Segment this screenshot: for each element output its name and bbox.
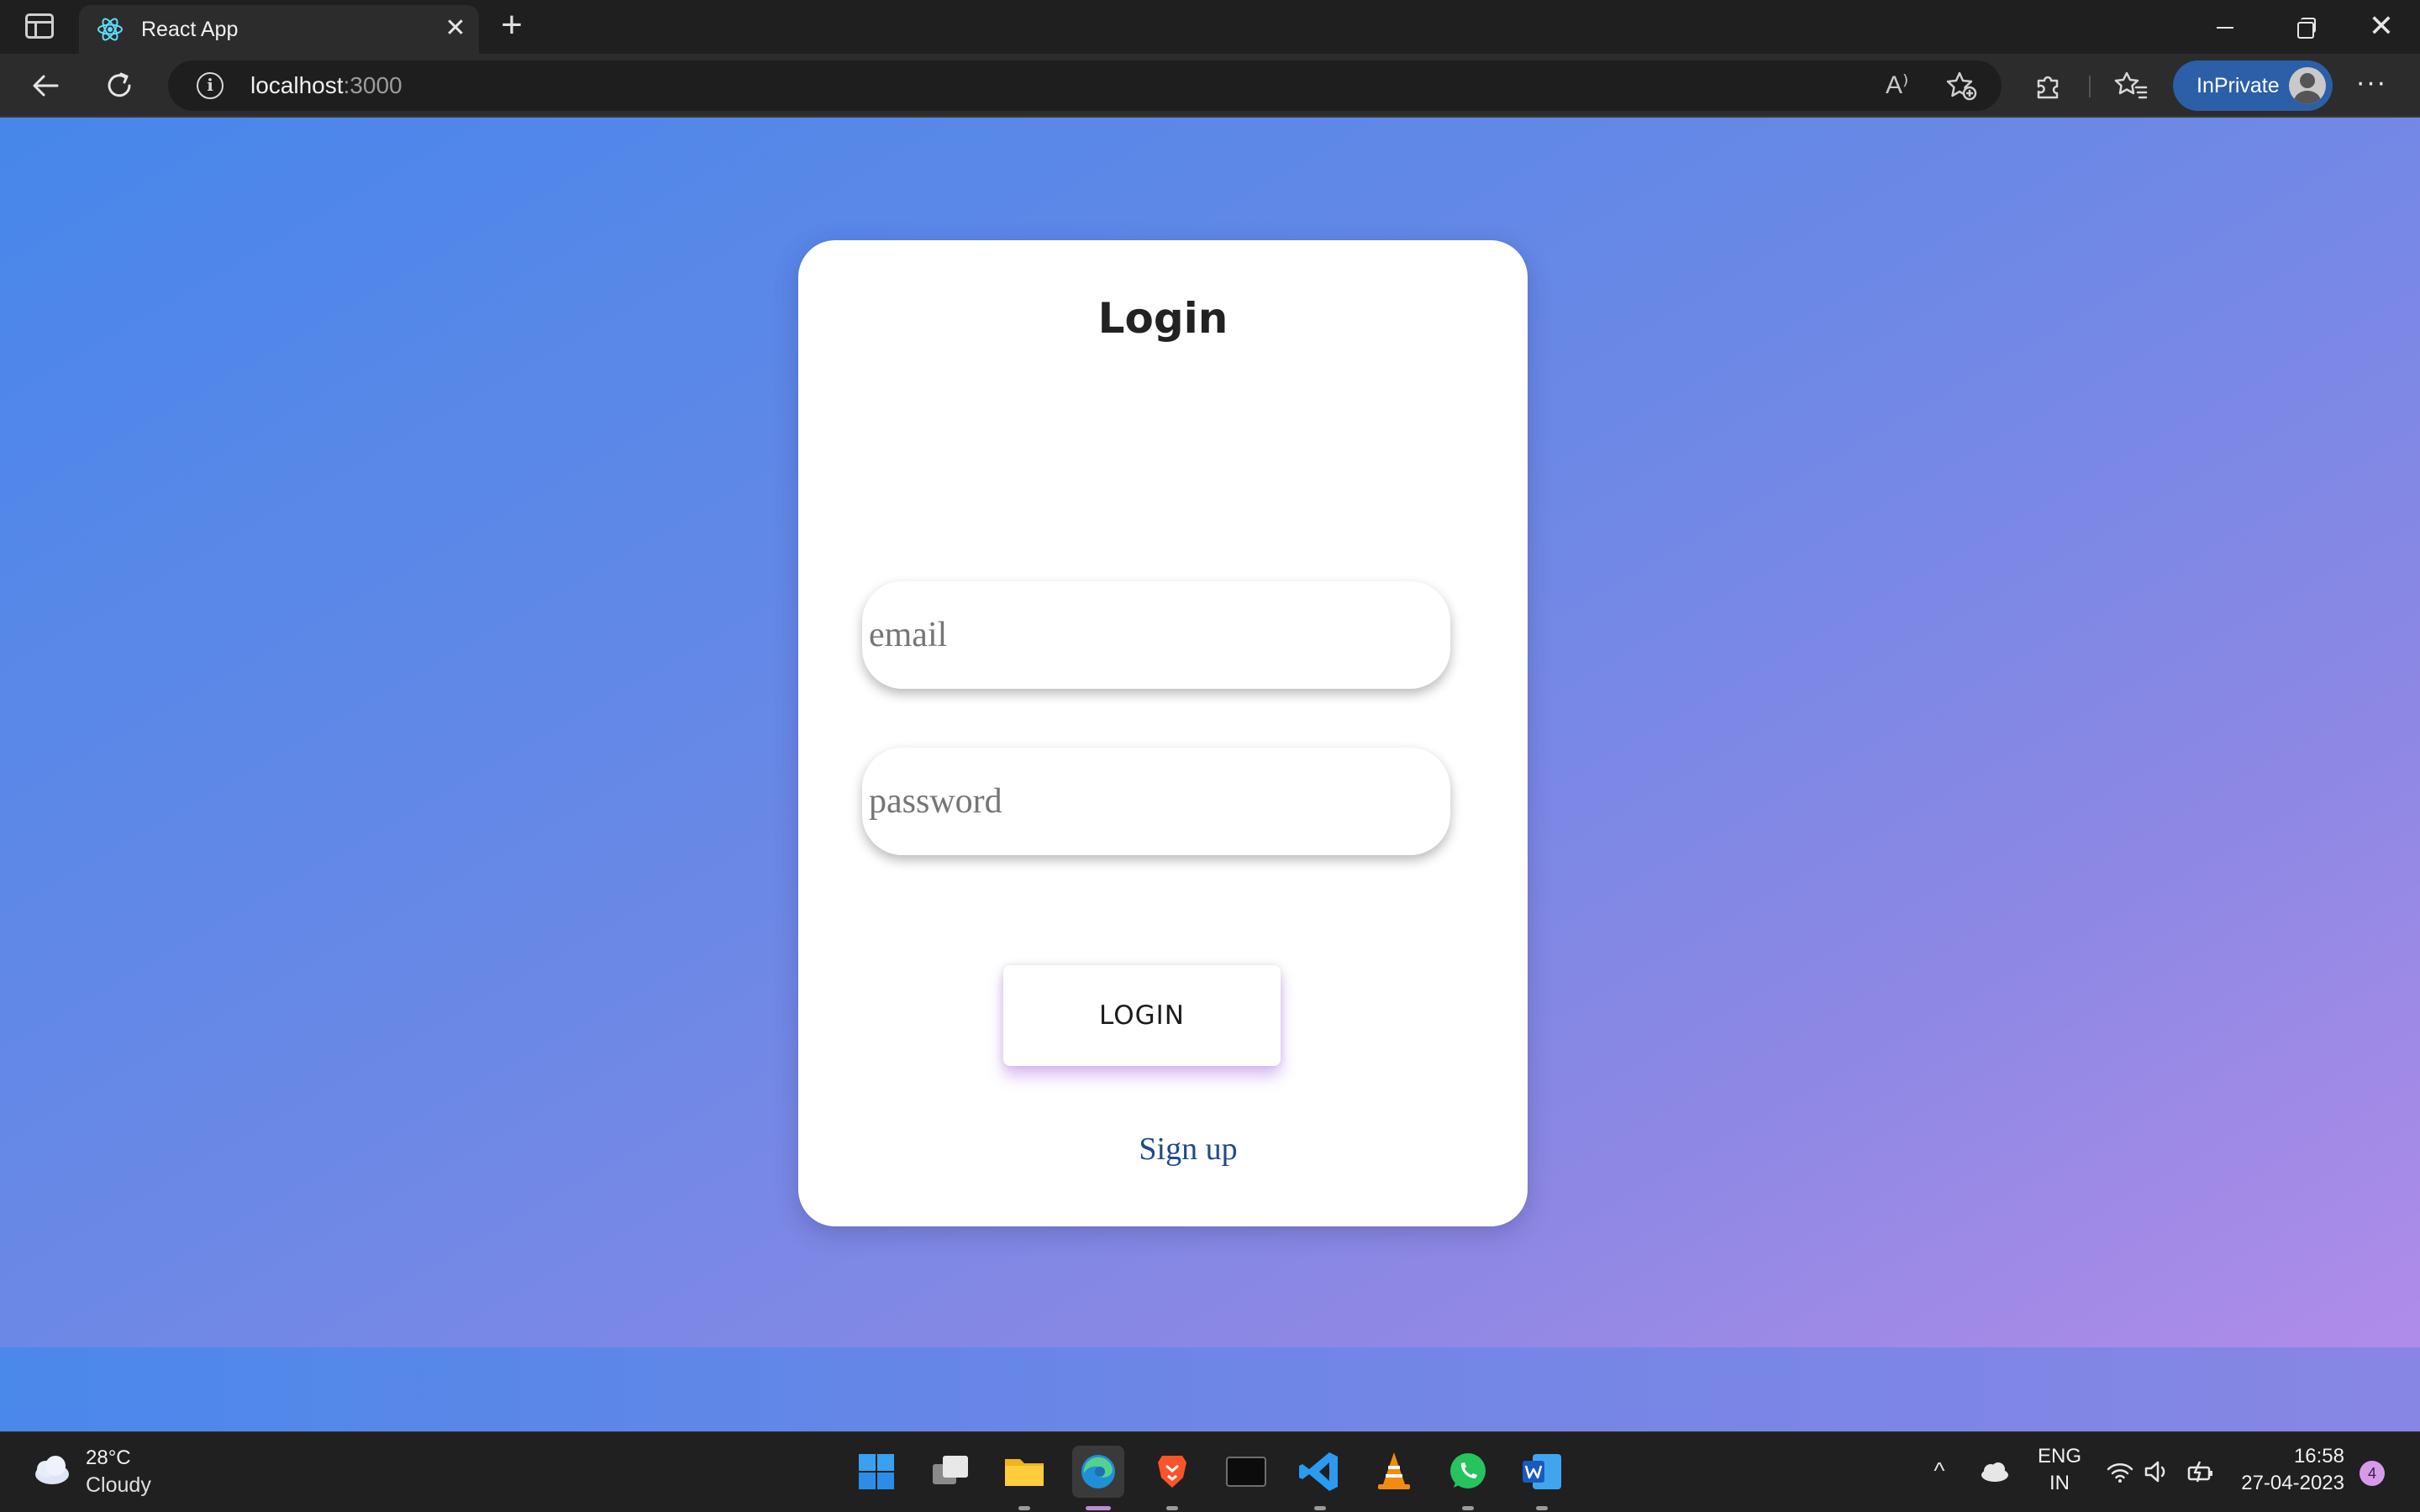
read-aloud-icon[interactable]: A⁾ xyxy=(1886,71,1919,101)
tab-close-icon[interactable]: ✕ xyxy=(442,15,469,42)
profile-avatar[interactable] xyxy=(2289,67,2326,104)
page-title: Login xyxy=(1097,294,1228,343)
inprivate-badge[interactable]: InPrivate xyxy=(2173,60,2333,111)
terminal-button[interactable] xyxy=(1220,1446,1272,1498)
page-footer-strip xyxy=(0,1347,2420,1431)
clock-time[interactable]: 16:58 xyxy=(2235,1444,2344,1469)
windows-logo-icon xyxy=(859,1454,894,1489)
task-view-button[interactable] xyxy=(924,1446,976,1498)
login-button[interactable]: LOGIN xyxy=(1003,965,1281,1066)
whatsapp-button[interactable] xyxy=(1442,1446,1494,1510)
task-view-icon xyxy=(933,1456,968,1484)
page-background: Login LOGIN Sign up xyxy=(0,118,2420,1347)
notification-count-badge[interactable]: 4 xyxy=(2360,1461,2385,1486)
edge-browser-button[interactable] xyxy=(1072,1446,1124,1510)
site-info-icon[interactable]: i xyxy=(197,72,224,99)
app-running-indicator xyxy=(1314,1506,1326,1510)
password-input[interactable] xyxy=(862,748,1450,855)
brave-browser-button[interactable] xyxy=(1146,1446,1198,1510)
weather-temperature[interactable]: 28°C xyxy=(86,1446,131,1471)
brave-lion-icon xyxy=(1158,1456,1186,1488)
weather-description[interactable]: Cloudy xyxy=(86,1473,151,1498)
tab-actions-icon[interactable] xyxy=(25,13,54,39)
react-logo-icon xyxy=(97,18,123,41)
app-running-indicator xyxy=(1536,1506,1548,1510)
terminal-icon xyxy=(1226,1457,1266,1487)
tab-react-app[interactable]: React App ✕ xyxy=(79,5,479,54)
new-tab-button[interactable]: + xyxy=(496,7,528,44)
edge-icon xyxy=(1081,1455,1115,1488)
language-region[interactable]: IN xyxy=(2037,1471,2082,1496)
more-options-icon[interactable]: ··· xyxy=(2353,66,2390,102)
onedrive-cloud-icon[interactable] xyxy=(1978,1461,2010,1483)
vscode-button[interactable] xyxy=(1294,1446,1346,1510)
add-favorite-icon[interactable] xyxy=(1944,69,1978,102)
close-window-button[interactable]: ✕ xyxy=(2356,7,2407,47)
cloud-weather-icon[interactable] xyxy=(27,1452,74,1489)
wifi-icon[interactable] xyxy=(2106,1459,2134,1484)
signup-link[interactable]: Sign up xyxy=(798,1131,1528,1168)
clock-date[interactable]: 27-04-2023 xyxy=(2227,1471,2344,1496)
restore-button[interactable] xyxy=(2279,7,2329,47)
folder-icon xyxy=(1005,1459,1044,1486)
toolbar-separator xyxy=(2089,76,2091,97)
windows-taskbar: 28°C Cloudy ^ ENG IN 16:58 27-04-2023 4 xyxy=(0,1431,2420,1512)
app-running-indicator xyxy=(1018,1506,1030,1510)
app-running-indicator xyxy=(1462,1506,1474,1510)
browser-title-bar: React App ✕ + ✕ xyxy=(0,0,2420,54)
tab-title: React App xyxy=(141,18,239,41)
vscode-icon xyxy=(1299,1452,1338,1491)
back-arrow-icon[interactable] xyxy=(29,69,62,102)
show-hidden-icons-chevron[interactable]: ^ xyxy=(1926,1457,1953,1484)
favorites-icon[interactable] xyxy=(2114,69,2148,102)
battery-charging-icon[interactable] xyxy=(2186,1459,2215,1484)
app-active-indicator xyxy=(1086,1506,1111,1510)
email-input[interactable] xyxy=(862,581,1450,689)
url-text[interactable]: localhost:3000 xyxy=(250,69,402,102)
vlc-cone-icon xyxy=(1378,1452,1410,1489)
vlc-player-button[interactable] xyxy=(1368,1446,1420,1498)
file-explorer-button[interactable] xyxy=(998,1446,1050,1510)
app-running-indicator xyxy=(1166,1506,1178,1510)
minimize-button[interactable] xyxy=(2200,7,2250,47)
whatsapp-icon xyxy=(1450,1453,1486,1488)
address-bar[interactable]: i localhost:3000 A⁾ xyxy=(168,60,2002,111)
reload-icon[interactable] xyxy=(103,69,136,102)
url-host: localhost xyxy=(250,72,344,98)
inprivate-label: InPrivate xyxy=(2196,74,2280,97)
word-icon xyxy=(1523,1454,1561,1489)
word-button[interactable] xyxy=(1516,1446,1568,1510)
login-card: Login LOGIN Sign up xyxy=(798,240,1528,1226)
url-port: :3000 xyxy=(343,72,402,98)
volume-icon[interactable] xyxy=(2143,1459,2171,1484)
browser-toolbar: i localhost:3000 A⁾ InPrivate ··· xyxy=(0,54,2420,118)
page-viewport: Login LOGIN Sign up xyxy=(0,118,2420,1431)
extensions-icon[interactable] xyxy=(2032,69,2065,102)
language-indicator[interactable]: ENG xyxy=(2037,1444,2082,1469)
start-button[interactable] xyxy=(850,1446,902,1498)
